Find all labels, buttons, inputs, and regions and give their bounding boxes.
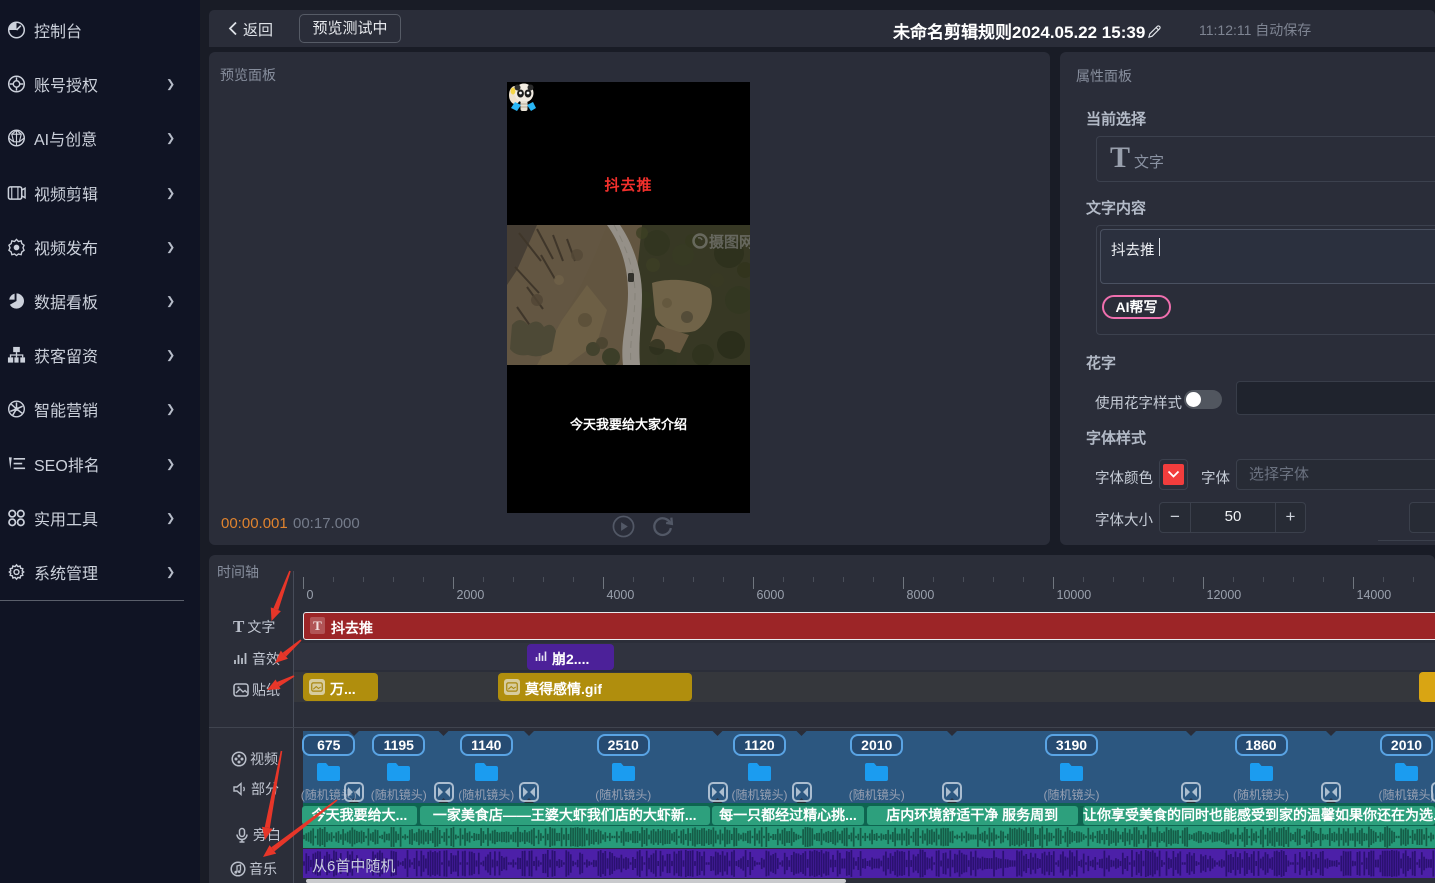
svg-text:10000: 10000	[1057, 588, 1092, 602]
svg-text:8000: 8000	[907, 588, 935, 602]
svg-text:4000: 4000	[607, 588, 635, 602]
svg-text:14000: 14000	[1357, 588, 1392, 602]
svg-text:摄图网: 摄图网	[709, 233, 750, 251]
svg-text:12000: 12000	[1207, 588, 1242, 602]
svg-text:2000: 2000	[457, 588, 485, 602]
svg-text:0: 0	[307, 588, 314, 602]
svg-text:6000: 6000	[757, 588, 785, 602]
